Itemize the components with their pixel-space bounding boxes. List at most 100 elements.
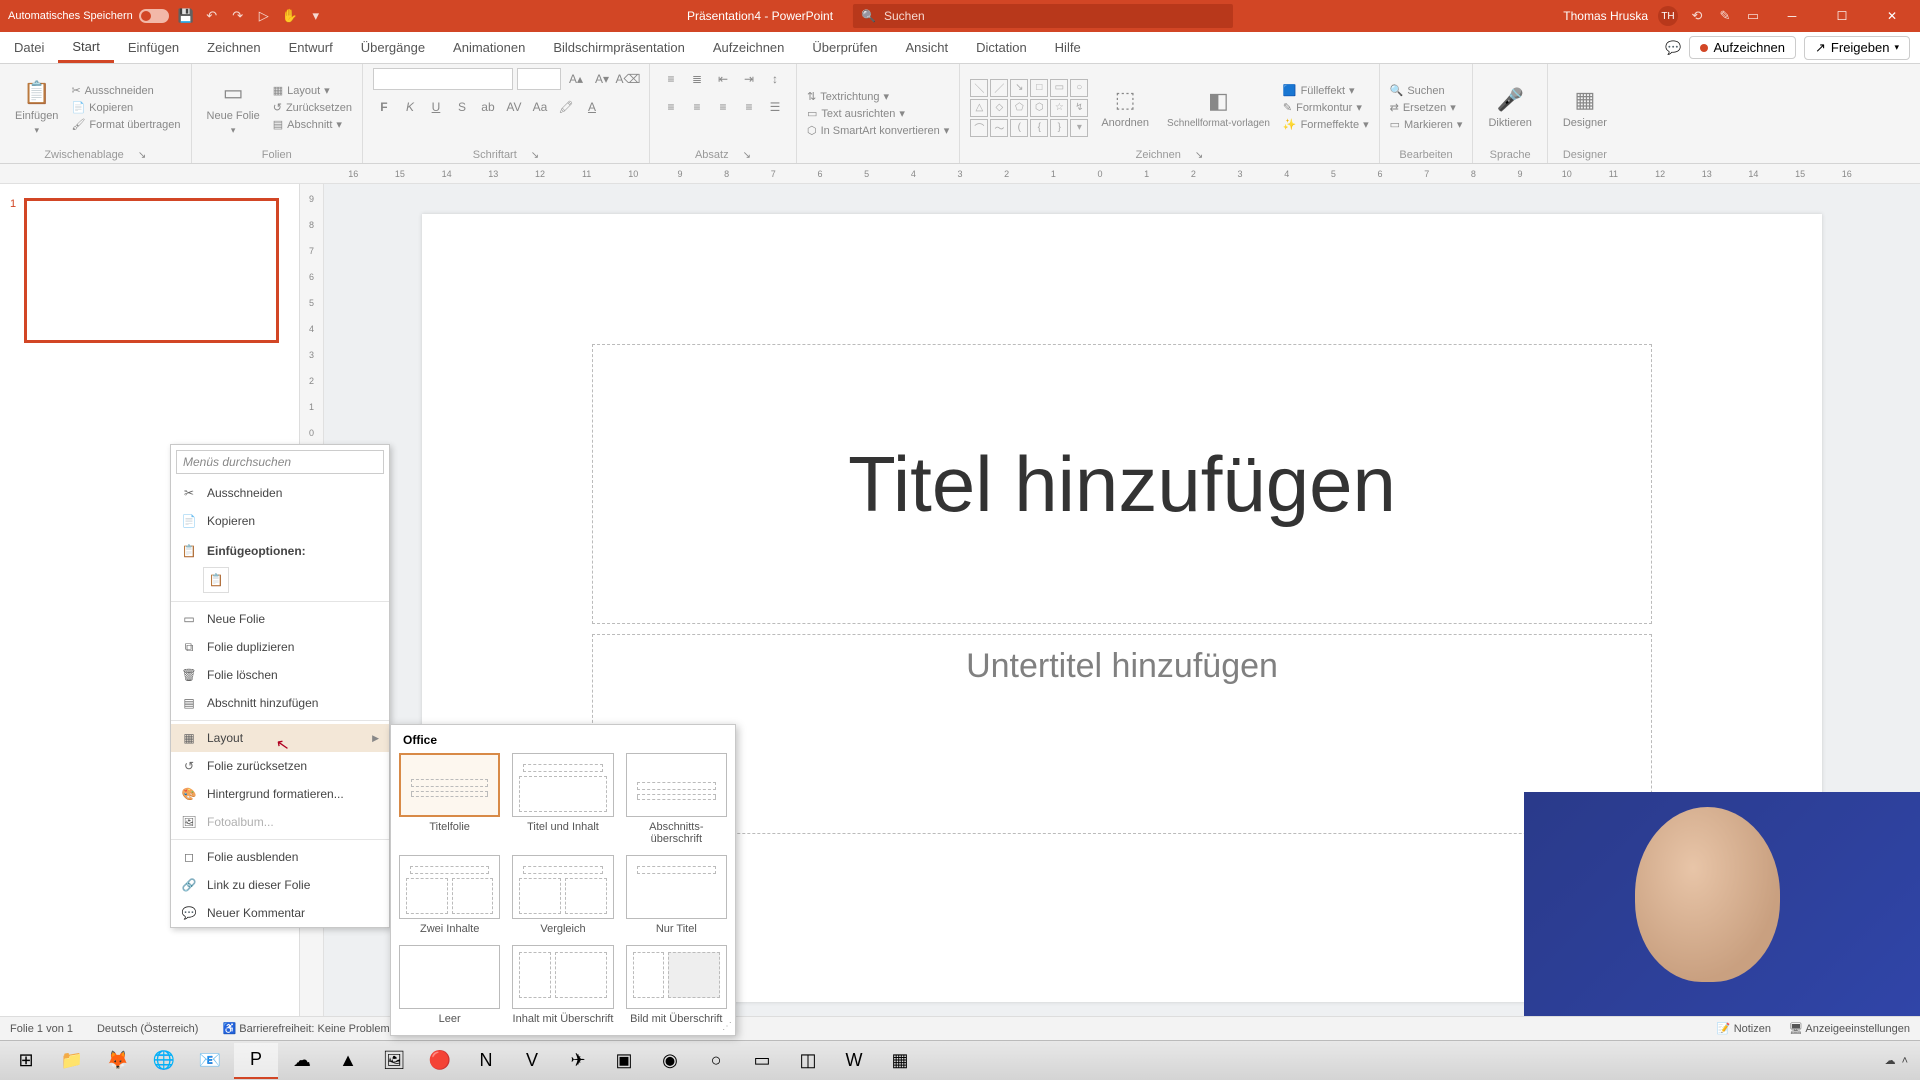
tb-chrome[interactable]: 🌐: [142, 1043, 186, 1079]
tb-app7[interactable]: ▭: [740, 1043, 784, 1079]
dictate-button[interactable]: 🎤Diktieren: [1483, 84, 1536, 131]
clear-format-icon[interactable]: A⌫: [617, 68, 639, 90]
indent-icon[interactable]: ⇥: [738, 68, 760, 90]
layout-zwei-inhalte[interactable]: Zwei Inhalte: [399, 855, 500, 935]
tb-app1[interactable]: ☁: [280, 1043, 324, 1079]
autosave-toggle[interactable]: Automatisches Speichern: [8, 9, 169, 23]
cm-new-slide[interactable]: ▭Neue Folie: [171, 605, 389, 633]
grow-font-icon[interactable]: A▴: [565, 68, 587, 90]
line-spacing-icon[interactable]: ↕: [764, 68, 786, 90]
launcher-icon[interactable]: ↘: [531, 150, 539, 161]
save-icon[interactable]: 💾: [177, 7, 195, 25]
minimize-button[interactable]: －: [1772, 0, 1812, 32]
user-name[interactable]: Thomas Hruska: [1563, 9, 1648, 23]
tab-bildschirmpraesentation[interactable]: Bildschirmpräsentation: [539, 32, 699, 63]
maximize-button[interactable]: ☐: [1822, 0, 1862, 32]
smartart-button[interactable]: ⬡ In SmartArt konvertieren ▾: [807, 124, 949, 137]
touch-icon[interactable]: ✋: [281, 7, 299, 25]
tab-dictation[interactable]: Dictation: [962, 32, 1041, 63]
tb-outlook[interactable]: 📧: [188, 1043, 232, 1079]
tab-aufzeichnen[interactable]: Aufzeichnen: [699, 32, 799, 63]
tab-datei[interactable]: Datei: [0, 32, 58, 63]
tb-app6[interactable]: ○: [694, 1043, 738, 1079]
find-button[interactable]: 🔍 Suchen: [1390, 84, 1463, 97]
format-painter-button[interactable]: 🖌 Format übertragen: [71, 118, 180, 131]
shape-outline-button[interactable]: ✎ Formkontur ▾: [1283, 101, 1369, 114]
quick-styles-button[interactable]: ◧Schnellformat-vorlagen: [1162, 85, 1275, 131]
layout-bild-mit-ueberschrift[interactable]: Bild mit Überschrift: [626, 945, 727, 1025]
cm-reset-slide[interactable]: ↺Folie zurücksetzen: [171, 752, 389, 780]
layout-nur-titel[interactable]: Nur Titel: [626, 855, 727, 935]
layout-titelfolie[interactable]: Titelfolie: [399, 753, 500, 845]
replace-button[interactable]: ⇄ Ersetzen ▾: [1390, 101, 1463, 114]
layout-vergleich[interactable]: Vergleich: [512, 855, 613, 935]
chevron-up-icon[interactable]: ˄: [1902, 1055, 1908, 1067]
subtitle-placeholder[interactable]: Untertitel hinzufügen: [592, 634, 1652, 834]
tab-hilfe[interactable]: Hilfe: [1041, 32, 1095, 63]
record-button[interactable]: Aufzeichnen: [1689, 36, 1796, 59]
search-input[interactable]: 🔍 Suchen: [853, 4, 1233, 28]
columns-icon[interactable]: ☰: [764, 96, 786, 118]
tb-powerpoint[interactable]: P: [234, 1043, 278, 1079]
tb-onenote[interactable]: N: [464, 1043, 508, 1079]
start-menu-button[interactable]: ⊞: [4, 1043, 48, 1079]
tab-start[interactable]: Start: [58, 32, 113, 63]
layout-inhalt-mit-ueberschrift[interactable]: Inhalt mit Überschrift: [512, 945, 613, 1025]
system-tray[interactable]: ☁ ˄: [1885, 1054, 1916, 1067]
spacing-icon[interactable]: AV: [503, 96, 525, 118]
tb-vlc[interactable]: ▲: [326, 1043, 370, 1079]
tb-app3[interactable]: 🔴: [418, 1043, 462, 1079]
tb-explorer[interactable]: 📁: [50, 1043, 94, 1079]
font-size-combo[interactable]: [517, 68, 561, 90]
tab-ansicht[interactable]: Ansicht: [891, 32, 962, 63]
shape-fill-button[interactable]: 🟦 Fülleffekt ▾: [1283, 84, 1369, 97]
share-button[interactable]: ↗Freigeben▾: [1804, 36, 1910, 60]
tab-ueberpruefen[interactable]: Überprüfen: [798, 32, 891, 63]
underline-icon[interactable]: U: [425, 96, 447, 118]
select-button[interactable]: ▭ Markieren ▾: [1390, 118, 1463, 131]
tb-telegram[interactable]: ✈: [556, 1043, 600, 1079]
tab-zeichnen[interactable]: Zeichnen: [193, 32, 274, 63]
autosave-switch-icon[interactable]: [139, 9, 169, 23]
launcher-icon[interactable]: ↘: [138, 150, 146, 161]
launcher-icon[interactable]: ↘: [743, 150, 751, 161]
title-placeholder[interactable]: Titel hinzufügen: [592, 344, 1652, 624]
tb-app2[interactable]: 🖼: [372, 1043, 416, 1079]
cut-button[interactable]: ✂ Ausschneiden: [71, 84, 180, 97]
window-icon[interactable]: ▭: [1744, 7, 1762, 25]
layout-button[interactable]: ▦ Layout ▾: [273, 84, 352, 97]
tb-app4[interactable]: V: [510, 1043, 554, 1079]
cm-add-section[interactable]: ▤Abschnitt hinzufügen: [171, 689, 389, 717]
tab-animationen[interactable]: Animationen: [439, 32, 539, 63]
display-settings-button[interactable]: 🖥 Anzeigeeinstellungen: [1789, 1022, 1910, 1035]
language-status[interactable]: Deutsch (Österreich): [97, 1023, 198, 1035]
designer-button[interactable]: ▦Designer: [1558, 84, 1612, 131]
highlight-icon[interactable]: 🖍: [555, 96, 577, 118]
copy-button[interactable]: 📄 Kopieren: [71, 101, 180, 114]
tb-app9[interactable]: ▦: [878, 1043, 922, 1079]
layout-abschnitts-ueberschrift[interactable]: Abschnitts-überschrift: [626, 753, 727, 845]
numbering-icon[interactable]: ≣: [686, 68, 708, 90]
cm-duplicate-slide[interactable]: ⧉Folie duplizieren: [171, 633, 389, 661]
tab-einfuegen[interactable]: Einfügen: [114, 32, 193, 63]
user-avatar[interactable]: TH: [1658, 6, 1678, 26]
shape-effects-button[interactable]: ✨ Formeffekte ▾: [1283, 118, 1369, 131]
tb-obs[interactable]: ◉: [648, 1043, 692, 1079]
tb-word[interactable]: W: [832, 1043, 876, 1079]
qat-more-icon[interactable]: ▾: [307, 7, 325, 25]
cm-new-comment[interactable]: 💬Neuer Kommentar: [171, 899, 389, 927]
strike-icon[interactable]: S: [451, 96, 473, 118]
shadow-icon[interactable]: ab: [477, 96, 499, 118]
justify-icon[interactable]: ≡: [738, 96, 760, 118]
weather-icon[interactable]: ☁: [1885, 1054, 1896, 1067]
comments-icon[interactable]: 💬: [1665, 40, 1681, 56]
draw-icon[interactable]: ✎: [1716, 7, 1734, 25]
font-color-icon[interactable]: A: [581, 96, 603, 118]
reset-button[interactable]: ↺ Zurücksetzen: [273, 101, 352, 114]
close-button[interactable]: ✕: [1872, 0, 1912, 32]
tb-app8[interactable]: ◫: [786, 1043, 830, 1079]
tab-entwurf[interactable]: Entwurf: [275, 32, 347, 63]
layout-leer[interactable]: Leer: [399, 945, 500, 1025]
outdent-icon[interactable]: ⇤: [712, 68, 734, 90]
tb-firefox[interactable]: 🦊: [96, 1043, 140, 1079]
